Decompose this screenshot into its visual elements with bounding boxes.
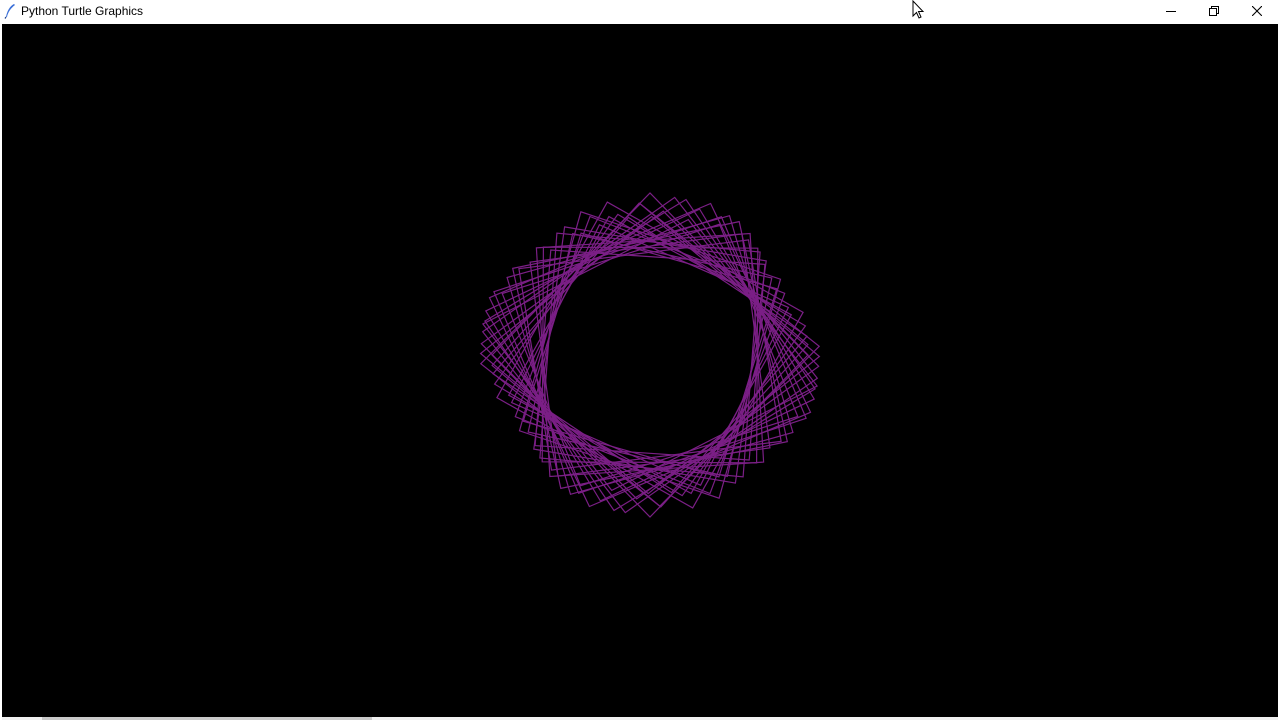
window-title: Python Turtle Graphics	[21, 4, 144, 18]
minimize-icon	[1166, 11, 1176, 12]
turtle-canvas[interactable]	[2, 24, 1278, 718]
spiro-square	[488, 202, 812, 508]
minimize-button[interactable]	[1149, 0, 1193, 22]
close-icon	[1252, 6, 1262, 16]
title-bar[interactable]: Python Turtle Graphics	[0, 0, 1280, 24]
spiro-square	[491, 202, 809, 508]
spiro-square	[514, 215, 786, 495]
turtle-drawing	[479, 192, 821, 518]
close-button[interactable]	[1235, 0, 1279, 22]
restore-icon	[1209, 6, 1219, 16]
feather-pen-icon	[4, 3, 16, 19]
restore-button[interactable]	[1192, 0, 1236, 22]
turtle-window: Python Turtle Graphics	[0, 0, 1280, 720]
mouse-cursor-icon	[912, 0, 925, 19]
